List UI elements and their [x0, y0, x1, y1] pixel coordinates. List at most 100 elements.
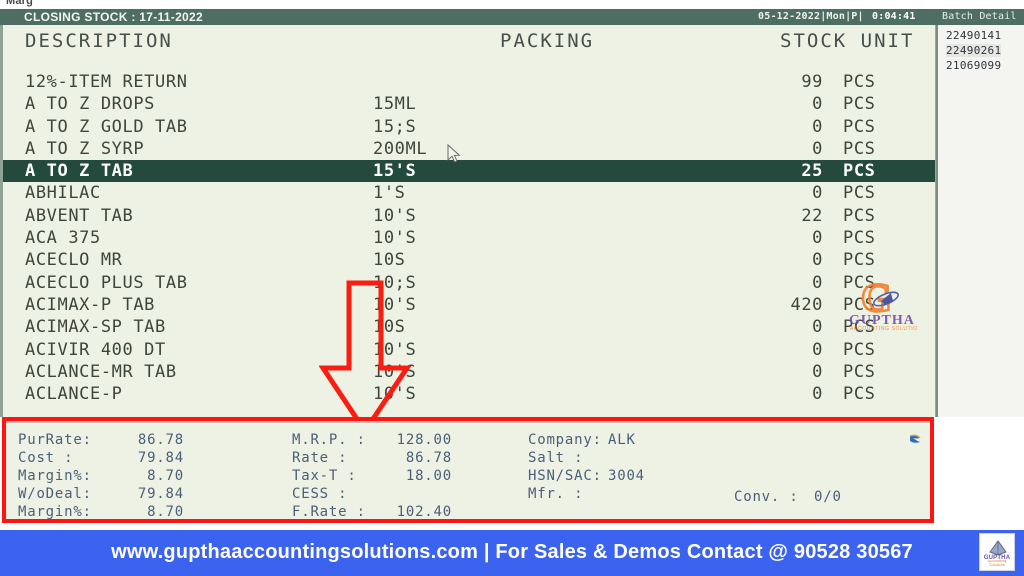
cell-unit: PCS: [843, 294, 876, 315]
cell-description: ACLANCE-P: [25, 384, 123, 405]
scroll-indicator-icon[interactable]: [908, 433, 922, 449]
item-detail-panel-highlight: PurRate: 86.78 Cost : 79.84 Margin%: 8.70 W/oD…: [2, 417, 934, 523]
table-row[interactable]: 12%-ITEM RETURN 99 PCS: [3, 71, 935, 93]
table-row[interactable]: ABHILAC 1'S 0 PCS: [3, 182, 935, 204]
stock-grid[interactable]: DESCRIPTION PACKING STOCK UNIT 12%-ITEM …: [0, 25, 936, 417]
table-row[interactable]: ACECLO PLUS TAB 10;S 0 PCS: [3, 272, 935, 294]
detail-label: F.Rate :: [292, 504, 366, 519]
conv-label: Conv. :: [734, 489, 799, 505]
cell-description: ABHILAC: [25, 183, 101, 204]
cell-description: ACIVIR 400 DT: [25, 339, 166, 360]
cell-unit: PCS: [843, 161, 876, 182]
table-row[interactable]: A TO Z GOLD TAB 15;S 0 PCS: [3, 116, 935, 138]
cell-packing: 10'S: [373, 205, 417, 226]
cell-description: ACIMAX-P TAB: [25, 294, 156, 315]
cell-stock: 0: [812, 183, 823, 204]
cell-stock: 0: [812, 317, 823, 338]
cell-stock: 0: [812, 384, 823, 405]
column-header-row: DESCRIPTION PACKING STOCK UNIT: [3, 25, 935, 55]
table-row[interactable]: ACIMAX-SP TAB 10S 0 PCS: [3, 316, 935, 338]
cell-packing: 10'S: [373, 228, 417, 249]
footer-contact-text: www.gupthaaccountingsolutions.com | For …: [111, 541, 913, 563]
page-title: CLOSING STOCK : 17-11-2022: [24, 10, 203, 24]
cell-description: 12%-ITEM RETURN: [25, 72, 188, 92]
detail-value: 79.84: [137, 450, 184, 466]
cell-unit: PCS: [843, 94, 876, 115]
cell-stock: 420: [790, 294, 823, 315]
cell-description: ABVENT TAB: [25, 205, 134, 226]
table-row[interactable]: ACA 375 10'S 0 PCS: [3, 227, 935, 249]
cell-unit: PCS: [843, 72, 876, 92]
detail-value: 8.70: [147, 468, 184, 484]
table-row[interactable]: A TO Z DROPS 15ML 0 PCS: [3, 93, 935, 115]
cell-packing: 15'S: [373, 161, 417, 182]
mouse-cursor: [447, 144, 461, 163]
detail-label: Margin%:: [18, 468, 92, 484]
cell-description: ACLANCE-MR TAB: [25, 361, 177, 382]
table-row[interactable]: ABVENT TAB 10'S 22 PCS: [3, 205, 935, 227]
detail-label: M.R.P. :: [292, 432, 366, 448]
cell-description: A TO Z GOLD TAB: [25, 116, 188, 137]
detail-label: PurRate:: [18, 432, 92, 448]
cell-packing: 10'S: [373, 361, 417, 382]
cell-description: A TO Z SYRP: [25, 138, 145, 159]
cell-stock: 22: [801, 205, 823, 226]
system-date-label: 05-12-2022|Mon|P|: [758, 11, 864, 22]
cell-unit: PCS: [843, 361, 876, 382]
detail-label: W/oDeal:: [18, 486, 92, 502]
detail-label: Rate :: [292, 450, 348, 466]
footer-banner: www.gupthaaccountingsolutions.com | For …: [0, 530, 1024, 576]
detail-label: Mfr. :: [528, 486, 584, 502]
cell-description: ACECLO PLUS TAB: [25, 272, 188, 293]
list-item[interactable]: 22490141: [946, 29, 1001, 42]
cell-unit: PCS: [843, 317, 876, 338]
table-row[interactable]: ACLANCE-MR TAB 10'S 0 PCS: [3, 361, 935, 383]
cell-packing: 10S: [373, 250, 406, 271]
app-window: Marg CLOSING STOCK : 17-11-2022 05-12-20…: [0, 0, 1024, 576]
detail-value: 128.00: [396, 432, 452, 448]
table-row[interactable]: A TO Z TAB 15'S 25 PCS: [3, 160, 935, 183]
cell-unit: PCS: [843, 205, 876, 226]
cell-packing: 10'S: [373, 384, 417, 405]
app-name-strip: Marg: [0, 0, 1024, 9]
cell-description: A TO Z DROPS: [25, 94, 156, 115]
detail-value: 3004: [608, 468, 645, 484]
stock-row-list: 12%-ITEM RETURN 99 PCS A TO Z DROPS 15ML 0 PCS…: [3, 71, 935, 405]
item-detail-panel: PurRate: 86.78 Cost : 79.84 Margin%: 8.70 W/oD…: [6, 421, 930, 519]
cell-unit: PCS: [843, 339, 876, 360]
detail-value: 8.70: [147, 504, 184, 519]
cell-packing: 10'S: [373, 294, 417, 315]
table-row[interactable]: A TO Z SYRP 200ML 0 PCS: [3, 138, 935, 160]
footer-logo-tagline: Accounting Solutions: [987, 559, 1007, 567]
detail-label: Company:: [528, 432, 602, 448]
cell-stock: 25: [801, 161, 823, 182]
cell-packing: 10;S: [373, 272, 417, 293]
detail-value: 102.40: [396, 504, 452, 519]
column-header-stock-unit: STOCK UNIT: [780, 30, 915, 52]
detail-label: HSN/SAC:: [528, 468, 602, 484]
batch-detail-panel[interactable]: 22490141 22490261 21069099: [936, 25, 1024, 417]
system-clock-label: 0:04:41: [872, 11, 916, 22]
cell-description: ACECLO MR: [25, 250, 123, 271]
detail-label: Margin%:: [18, 504, 92, 519]
list-item[interactable]: 22490261: [946, 44, 1002, 57]
cell-stock: 0: [812, 272, 823, 293]
table-row[interactable]: ACLANCE-P 10'S 0 PCS: [3, 383, 935, 405]
column-header-packing: PACKING: [500, 30, 595, 52]
table-row[interactable]: ACIVIR 400 DT 10'S 0 PCS: [3, 339, 935, 361]
detail-value: 86.78: [405, 450, 452, 466]
table-row[interactable]: ACIMAX-P TAB 10'S 420 PCS: [3, 294, 935, 316]
footer-logo: GUPTHA Accounting Solutions: [979, 533, 1015, 571]
title-bar: CLOSING STOCK : 17-11-2022 05-12-2022|Mo…: [0, 9, 1024, 25]
cell-packing: 15ML: [373, 94, 417, 115]
cell-packing: 15;S: [373, 116, 417, 137]
detail-value: 86.78: [137, 432, 184, 448]
cell-stock: 0: [812, 228, 823, 249]
detail-value: 79.84: [137, 486, 184, 502]
cell-unit: PCS: [843, 116, 876, 137]
cell-stock: 0: [812, 361, 823, 382]
list-item[interactable]: 21069099: [946, 59, 1001, 72]
cell-unit: PCS: [843, 228, 876, 249]
cell-packing: 200ML: [373, 138, 428, 159]
table-row[interactable]: ACECLO MR 10S 0 PCS: [3, 249, 935, 271]
